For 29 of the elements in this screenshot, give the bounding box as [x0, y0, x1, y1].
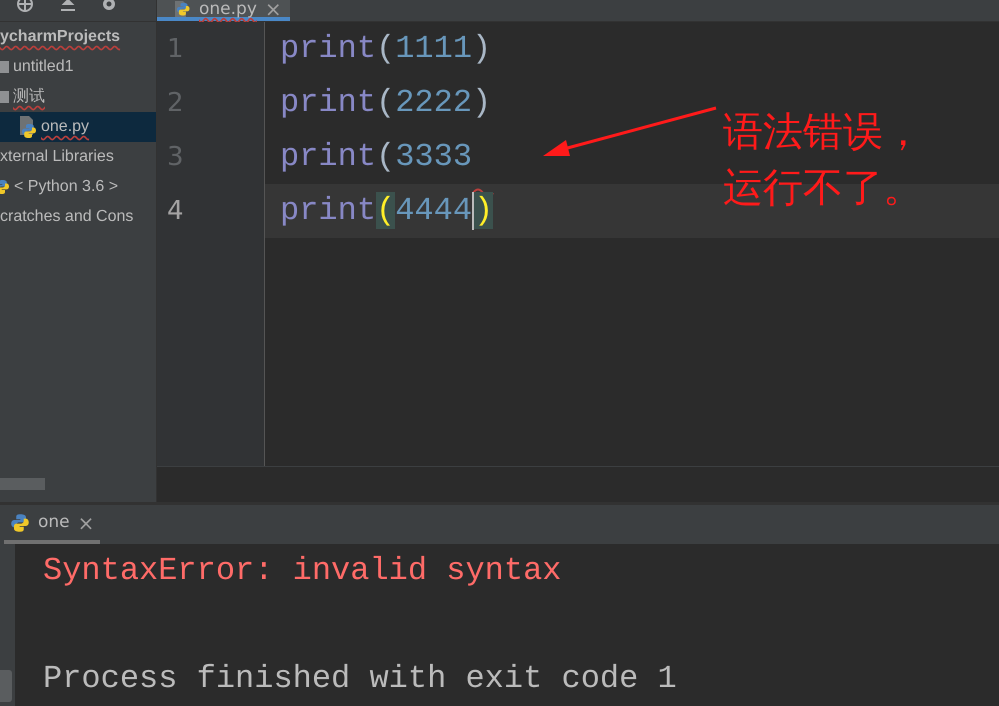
tree-item[interactable]: xternal Libraries [0, 142, 156, 172]
folder-icon [0, 90, 9, 104]
scrollbar[interactable] [0, 478, 45, 490]
collapse-icon[interactable] [58, 0, 76, 12]
code-line: print(3333 [280, 130, 492, 184]
close-icon[interactable]: × [78, 508, 94, 538]
tree-item[interactable]: ycharmProjects [0, 22, 156, 52]
python-icon [0, 178, 10, 196]
tree-item[interactable]: one.py [0, 112, 156, 142]
editor-tab[interactable]: one.py × [157, 0, 290, 21]
crosshair-icon[interactable] [16, 0, 34, 12]
console-line: SyntaxError: invalid syntax [42, 551, 562, 591]
tree-item[interactable]: cratches and Cons [0, 202, 156, 232]
python-icon [10, 512, 30, 533]
annotation-text: 语法错误， [723, 108, 923, 157]
tree-item[interactable]: 测试 [0, 82, 156, 112]
close-icon[interactable]: × [264, 0, 282, 18]
tree-item[interactable]: untitled1 [0, 52, 156, 82]
annotation-text: 运行不了。 [723, 164, 923, 213]
code-line: print(1111) [280, 29, 492, 69]
folder-icon [0, 60, 9, 74]
console-line: Process finished with exit code 1 [42, 659, 678, 699]
settings-icon[interactable] [100, 0, 118, 12]
tree-item[interactable]: < Python 3.6 > [0, 172, 156, 202]
python-file-icon [17, 115, 37, 139]
python-file-icon [173, 0, 191, 16]
code-line: print(4444) [280, 190, 494, 232]
line-number: 4 [166, 195, 185, 228]
code-line: print(2222) [280, 83, 492, 123]
